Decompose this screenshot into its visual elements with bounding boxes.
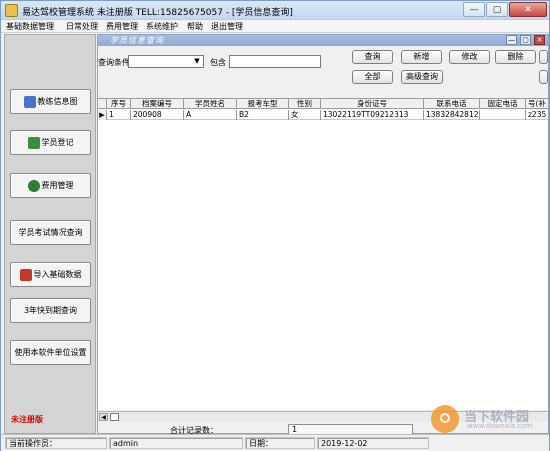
student-register-label: 学员登记 <box>41 138 74 147</box>
scroll-thumb[interactable] <box>110 413 119 421</box>
coach-icon <box>23 95 36 108</box>
row-pointer-icon: ▶ <box>98 110 107 120</box>
cell-vehicle[interactable]: B2 <box>237 110 289 120</box>
search-button[interactable]: 查询 <box>352 50 393 64</box>
menu-bar: 基础数据管理 日常处理 费用管理 系统维护 帮助 退出管理 <box>1 20 549 33</box>
unit-settings-button[interactable]: 使用本软件单位设置 <box>10 340 91 365</box>
import-data-label: 导入基础数据 <box>33 270 82 279</box>
coach-info-label: 教练信息图 <box>37 97 78 106</box>
menu-daily[interactable]: 日常处理 <box>66 21 98 32</box>
expiry-query-button[interactable]: 3年快到期查询 <box>10 298 91 323</box>
main-window: 易达驾校管理系统 未注册版 TELL:15825675057 - [学员信息查询… <box>0 0 550 451</box>
all-button[interactable]: 全部 <box>352 70 393 84</box>
cell-extra[interactable]: z235 <box>526 110 548 120</box>
student-grid: 序号 档案编号 学员姓名 报考车型 性别 身份证号 联系电话 固定电话 号(补 … <box>98 98 548 410</box>
query-condition-select[interactable]: ▼ <box>128 55 204 68</box>
cell-landline[interactable] <box>480 110 526 120</box>
minimize-button[interactable]: — <box>463 2 485 17</box>
contains-input[interactable] <box>229 55 321 68</box>
title-bar[interactable]: 易达驾校管理系统 未注册版 TELL:15825675057 - [学员信息查询… <box>1 1 549 20</box>
cell-seq[interactable]: 1 <box>107 110 131 120</box>
scroll-left-icon[interactable]: ◀ <box>99 413 108 421</box>
fee-management-button[interactable]: 费用管理 <box>10 173 91 198</box>
col-header[interactable]: 固定电话 <box>480 99 526 109</box>
expiry-query-label: 3年快到期查询 <box>23 306 78 315</box>
query-condition-label: 查询条件 <box>98 58 130 67</box>
delete-button[interactable]: 删除 <box>495 50 536 64</box>
import-data-button[interactable]: 导入基础数据 <box>10 262 91 287</box>
unregistered-label: 未注册版 <box>11 415 43 424</box>
close-button[interactable]: ✕ <box>509 2 547 17</box>
menu-fees[interactable]: 费用管理 <box>106 21 138 32</box>
cell-file-no[interactable]: 200908 <box>131 110 184 120</box>
child-title-bar[interactable]: 学员信息查询 — ▢ ✕ <box>98 35 548 46</box>
col-header[interactable]: 号(补 <box>526 99 548 109</box>
watermark-logo-ring <box>440 413 450 423</box>
coach-info-button[interactable]: 教练信息图 <box>10 89 91 114</box>
money-icon <box>27 179 40 192</box>
import-icon <box>19 268 32 281</box>
operator-label: 当前操作员： <box>5 437 107 449</box>
grid-header: 序号 档案编号 学员姓名 报考车型 性别 身份证号 联系电话 固定电话 号(补 <box>98 99 548 109</box>
student-register-button[interactable]: 学员登记 <box>10 130 91 155</box>
edit-button[interactable]: 修改 <box>449 50 490 64</box>
date-value: 2019-12-02 <box>317 437 429 449</box>
sidebar: 教练信息图 学员登记 费用管理 学员考试情况查询 导入基础数据 3年快到期查询 … <box>4 34 96 434</box>
col-header[interactable]: 序号 <box>107 99 131 109</box>
more-button-2[interactable] <box>539 70 548 84</box>
cell-name[interactable]: A <box>184 110 237 120</box>
col-header[interactable]: 档案编号 <box>131 99 184 109</box>
app-icon <box>5 4 18 17</box>
cell-phone[interactable]: 13832842812 <box>424 110 480 120</box>
cell-gender[interactable]: 女 <box>289 110 321 120</box>
status-bar: 当前操作员： admin 日期： 2019-12-02 <box>1 434 549 451</box>
child-window-title: 学员信息查询 <box>110 36 164 45</box>
date-label: 日期： <box>245 437 315 449</box>
advanced-search-button[interactable]: 高级查询 <box>401 70 443 84</box>
unit-settings-label: 使用本软件单位设置 <box>14 348 87 357</box>
menu-basic-data[interactable]: 基础数据管理 <box>6 21 54 32</box>
chevron-down-icon[interactable]: ▼ <box>192 57 202 66</box>
menu-system[interactable]: 系统维护 <box>146 21 178 32</box>
exam-query-label: 学员考试情况查询 <box>18 228 83 237</box>
contains-label: 包含 <box>210 58 226 67</box>
child-minimize-button[interactable]: — <box>506 35 517 45</box>
maximize-button[interactable]: ▢ <box>486 2 508 17</box>
menu-exit[interactable]: 退出管理 <box>211 21 243 32</box>
child-maximize-button[interactable]: ▢ <box>520 35 531 45</box>
add-button[interactable]: 新增 <box>401 50 442 64</box>
operator-value: admin <box>109 437 243 449</box>
col-header[interactable]: 学员姓名 <box>184 99 237 109</box>
exam-query-button[interactable]: 学员考试情况查询 <box>10 220 91 245</box>
window-title: 易达驾校管理系统 未注册版 TELL:15825675057 - [学员信息查询… <box>22 8 293 18</box>
student-icon <box>27 136 40 149</box>
col-header[interactable]: 性别 <box>289 99 321 109</box>
col-header[interactable]: 联系电话 <box>424 99 480 109</box>
table-row[interactable]: ▶ 1 200908 A B2 女 13022119TT09212313 138… <box>98 110 548 120</box>
more-button[interactable] <box>539 50 548 64</box>
watermark-url: www.downxia.com <box>467 422 533 430</box>
col-header[interactable]: 身份证号 <box>321 99 424 109</box>
cell-id-no[interactable]: 13022119TT09212313 <box>321 110 424 120</box>
col-header[interactable]: 报考车型 <box>237 99 289 109</box>
child-close-button[interactable]: ✕ <box>534 35 545 45</box>
fee-management-label: 费用管理 <box>41 181 74 190</box>
menu-help[interactable]: 帮助 <box>187 21 203 32</box>
header-indicator <box>98 99 107 109</box>
student-query-window: 学员信息查询 — ▢ ✕ 查询条件 ▼ 包含 查询 新增 修改 删除 全部 高级… <box>97 34 549 435</box>
